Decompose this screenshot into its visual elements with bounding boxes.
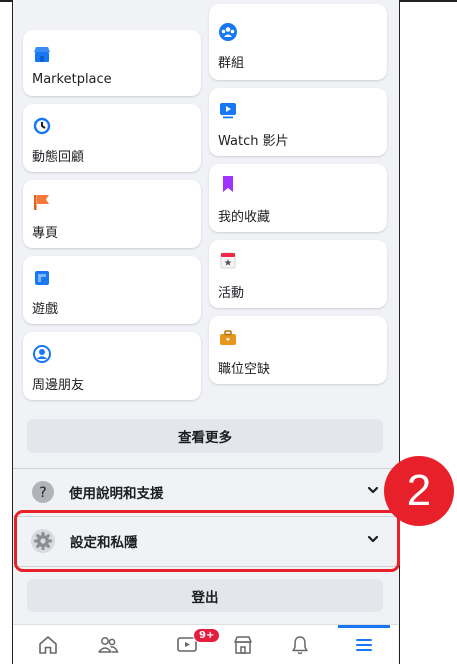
shortcut-pages[interactable]: 專頁 <box>23 180 201 248</box>
shortcut-label: 活動 <box>218 286 245 301</box>
home-icon <box>39 636 57 654</box>
shortcut-watch[interactable]: Watch 影片 <box>209 88 387 156</box>
saved-icon <box>223 176 233 192</box>
shortcut-groups[interactable]: 群組 <box>209 4 387 80</box>
chevron-down-icon[interactable] <box>366 483 380 497</box>
marketplace-icon <box>34 47 50 62</box>
nav-menu[interactable] <box>339 625 389 664</box>
menu-icon <box>356 639 372 651</box>
nav-watch[interactable]: 9+ <box>163 625 221 664</box>
shortcut-label: 專頁 <box>32 226 59 241</box>
memories-icon <box>33 117 51 135</box>
shortcut-saved[interactable]: 我的收藏 <box>209 164 387 232</box>
shortcut-nearby-friends[interactable]: 周邊朋友 <box>23 332 201 400</box>
see-more-button[interactable]: 查看更多 <box>27 419 383 453</box>
svg-text:?: ? <box>39 485 46 501</box>
notification-count-badge: 9+ <box>193 628 221 643</box>
pages-icon <box>34 195 49 210</box>
help-support-label: 使用說明和支援 <box>69 486 164 502</box>
shortcut-label: 遊戲 <box>32 302 59 317</box>
shortcut-label: 職位空缺 <box>218 362 271 377</box>
settings-highlight-box <box>14 510 400 572</box>
jobs-icon <box>220 330 236 345</box>
shortcut-memories[interactable]: 動態回顧 <box>23 104 201 172</box>
shortcut-marketplace[interactable]: Marketplace <box>23 30 201 96</box>
shortcut-label: 群組 <box>218 56 245 71</box>
marketplace-nav-icon <box>234 636 252 654</box>
shortcut-label: 周邊朋友 <box>32 378 85 393</box>
nav-notifications[interactable] <box>275 625 325 664</box>
friends-icon <box>98 637 119 653</box>
nav-home[interactable] <box>23 625 73 664</box>
shortcut-label: 動態回顧 <box>32 150 85 165</box>
shortcut-label: Marketplace <box>32 72 112 87</box>
step-number-badge: 2 <box>384 456 454 526</box>
nav-friends[interactable] <box>83 625 133 664</box>
divider <box>13 468 398 469</box>
nav-marketplace[interactable] <box>218 625 268 664</box>
shortcut-label: 我的收藏 <box>218 210 271 225</box>
notifications-icon <box>292 636 308 655</box>
shortcut-label: Watch 影片 <box>218 134 289 149</box>
nearby-friends-icon <box>33 345 51 363</box>
help-icon: ? <box>32 481 54 503</box>
watch-icon <box>220 103 236 119</box>
events-icon <box>220 252 236 269</box>
groups-icon <box>219 23 237 41</box>
logout-button[interactable]: 登出 <box>27 579 383 612</box>
shortcut-events[interactable]: 活動 <box>209 240 387 308</box>
help-support-row[interactable]: ? 使用說明和支援 <box>13 470 398 514</box>
shortcut-gaming[interactable]: 遊戲 <box>23 256 201 324</box>
gaming-icon <box>35 271 49 285</box>
bottom-nav: 9+ <box>13 624 398 664</box>
shortcut-jobs[interactable]: 職位空缺 <box>209 316 387 384</box>
